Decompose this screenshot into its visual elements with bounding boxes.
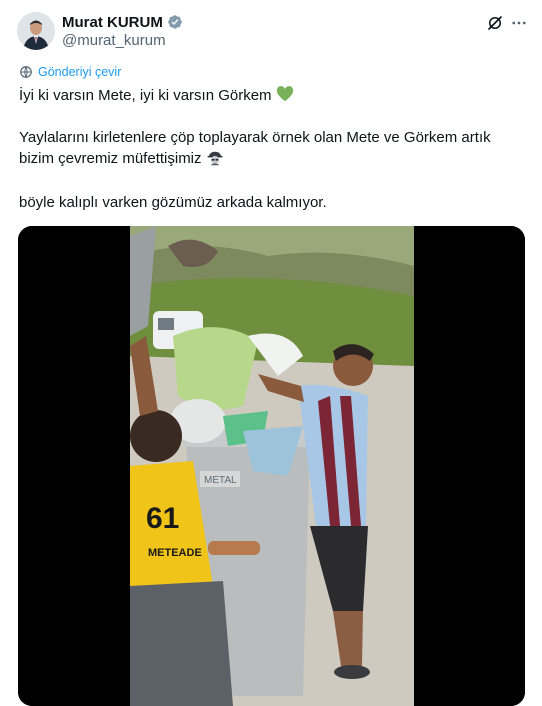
- green-heart-icon: [276, 86, 293, 102]
- avatar-image: [17, 12, 55, 50]
- video-frame: METAL 61 METEADE: [18, 226, 525, 706]
- post-line-1: İyi ki varsın Mete, iyi ki varsın Görkem: [19, 87, 272, 104]
- tweet-card: Murat KURUM @murat_kurum Gönderiyi çevir…: [0, 0, 542, 706]
- translate-post-link[interactable]: Gönderiyi çevir: [19, 65, 121, 79]
- verified-badge-icon: [167, 15, 182, 29]
- grok-icon[interactable]: [486, 14, 504, 32]
- video-scene: METAL 61 METEADE: [130, 226, 414, 706]
- author-avatar[interactable]: [17, 12, 55, 50]
- author-handle[interactable]: @murat_kurum: [62, 32, 166, 49]
- shirt-number: 61: [146, 502, 179, 535]
- post-text-line-1: İyi ki varsın Mete, iyi ki varsın Görkem: [19, 86, 294, 106]
- detective-icon: [207, 151, 223, 166]
- post-line-2: Yaylalarını kirletenlere çöp toplayarak …: [19, 129, 495, 167]
- shirt-name: METEADE: [148, 547, 202, 559]
- post-video[interactable]: METAL 61 METEADE: [18, 226, 525, 706]
- author-display-name[interactable]: Murat KURUM: [62, 14, 163, 31]
- author-name-row[interactable]: Murat KURUM: [62, 12, 183, 32]
- bin-label: METAL: [204, 475, 237, 486]
- more-icon[interactable]: [510, 14, 528, 32]
- translate-icon: [20, 66, 32, 78]
- post-text-line-3: böyle kalıplı varken gözümüz arkada kalm…: [19, 194, 327, 211]
- post-text-line-2: Yaylalarını kirletenlere çöp toplayarak …: [19, 128, 524, 169]
- translate-label[interactable]: Gönderiyi çevir: [38, 65, 121, 79]
